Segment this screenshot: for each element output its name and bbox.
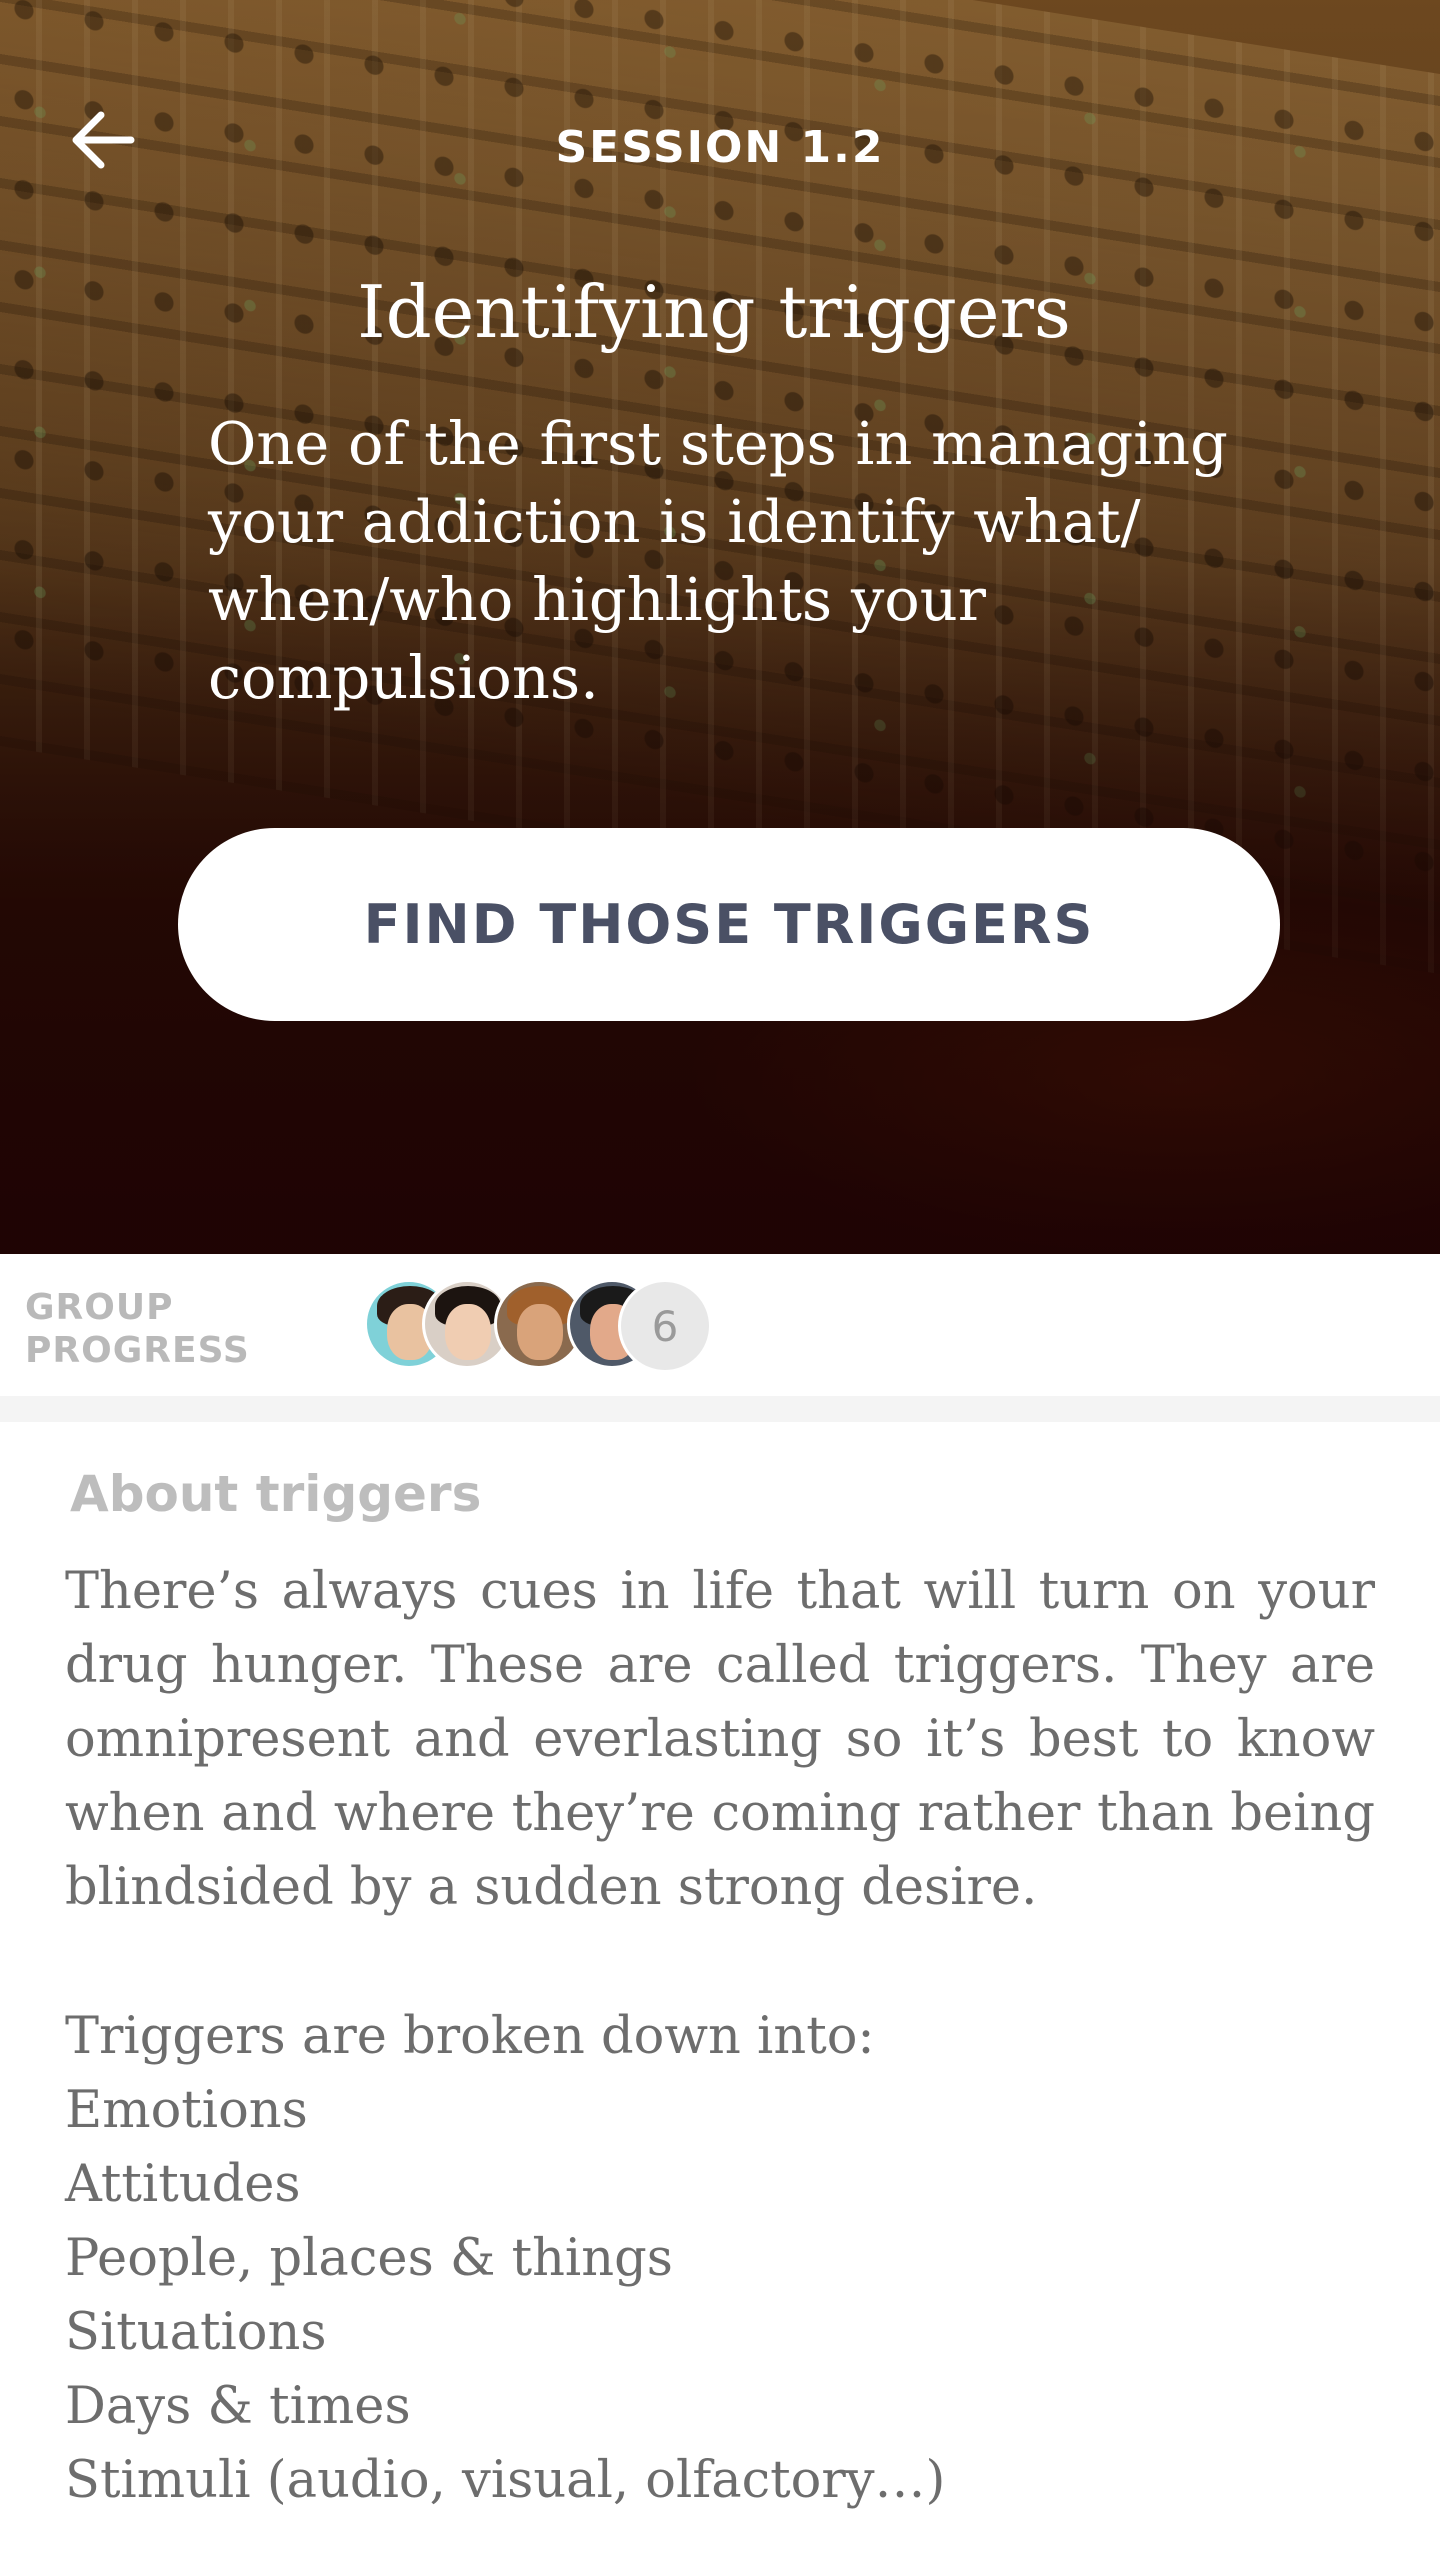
- trigger-list-intro: Triggers are broken down into:: [65, 2007, 875, 2066]
- session-description: One of the first steps in managing your …: [208, 409, 1228, 712]
- trigger-list-item: Emotions: [65, 2081, 308, 2140]
- group-progress-label-line1: GROUP: [25, 1287, 174, 1328]
- more-members-count: 6: [618, 1279, 712, 1373]
- group-progress-label: GROUP PROGRESS: [25, 1286, 250, 1372]
- find-triggers-button-label: FIND THOSE TRIGGERS: [363, 893, 1095, 956]
- about-section-body: There’s always cues in life that will tu…: [65, 1562, 1375, 1917]
- trigger-list-item: Situations: [65, 2303, 327, 2362]
- group-progress-label-line2: PROGRESS: [25, 1330, 250, 1371]
- about-section-title: About triggers: [70, 1465, 482, 1523]
- trigger-list-item: Stimuli (audio, visual, olfactory…): [65, 2451, 946, 2510]
- session-hero: SESSION 1.2 Identifying triggers One of …: [0, 0, 1440, 1254]
- group-progress-bar[interactable]: GROUP PROGRESS 6: [0, 1254, 1440, 1396]
- trigger-list-item: Attitudes: [65, 2155, 301, 2214]
- trigger-list-item: Days & times: [65, 2377, 411, 2436]
- trigger-list-item: People, places & things: [65, 2229, 673, 2288]
- trigger-list: Emotions Attitudes People, places & thin…: [65, 2074, 1375, 2518]
- section-divider: [0, 1396, 1440, 1422]
- find-triggers-button[interactable]: FIND THOSE TRIGGERS: [178, 828, 1280, 1021]
- session-number: SESSION 1.2: [555, 122, 885, 173]
- page-title: Identifying triggers: [357, 270, 1071, 354]
